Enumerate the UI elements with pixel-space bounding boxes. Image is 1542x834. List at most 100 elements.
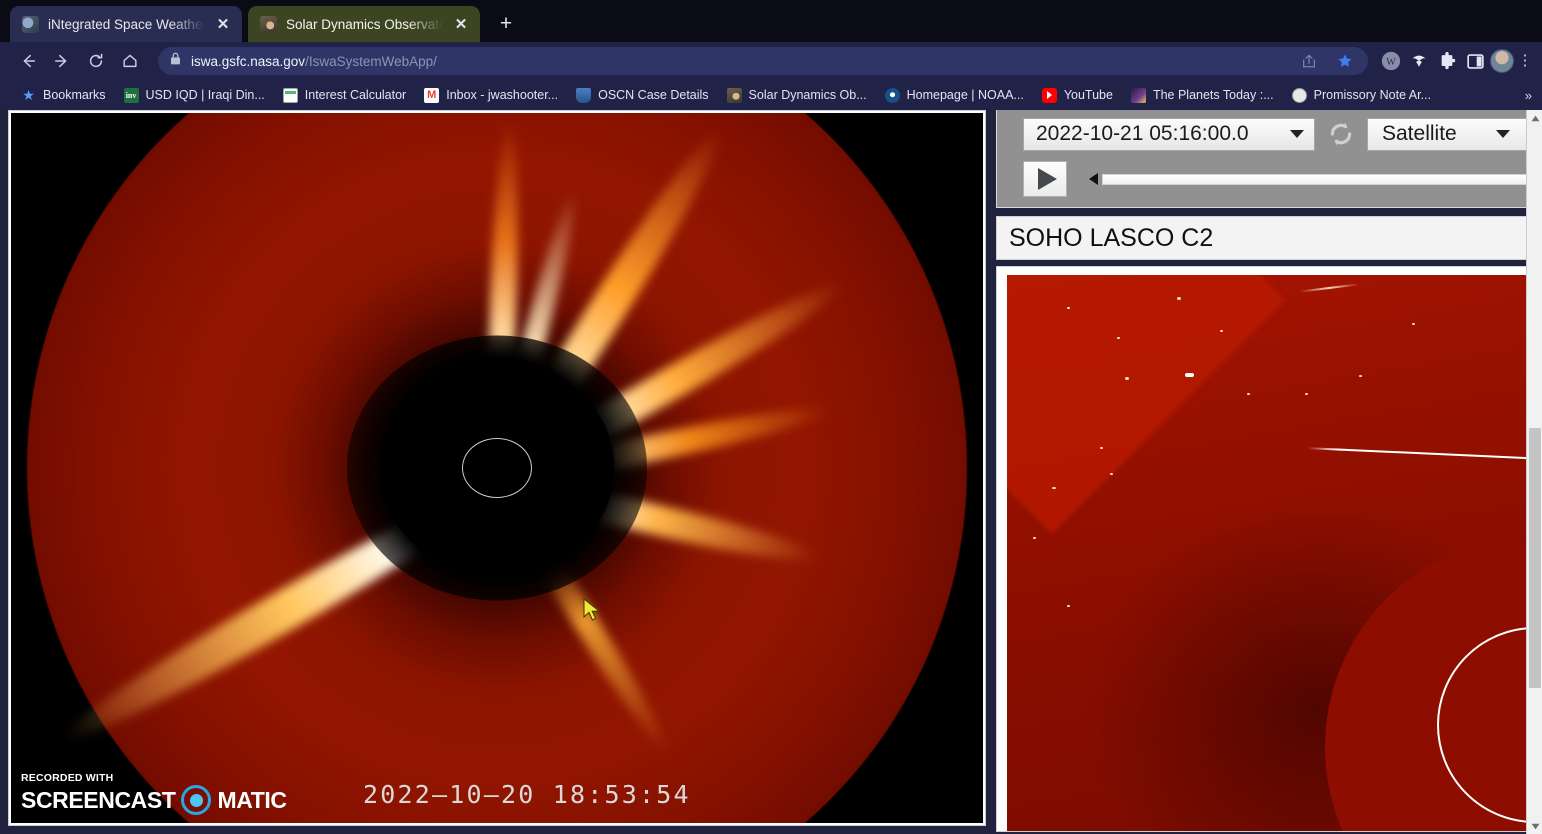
back-arrow-icon[interactable]: [12, 46, 44, 76]
star-point: [1117, 337, 1120, 339]
tab-title: Solar Dynamics Observatory (SD: [286, 16, 443, 32]
datetime-dropdown[interactable]: 2022-10-21 05:16:00.0: [1023, 117, 1315, 151]
bookmark-inbox[interactable]: M Inbox - jwashooter...: [415, 83, 567, 107]
bookmark-sdo[interactable]: Solar Dynamics Ob...: [718, 83, 876, 107]
image-timestamp: 2022–10–20 18:53:54: [363, 780, 691, 809]
bookmark-label: YouTube: [1063, 88, 1113, 102]
slider-track[interactable]: [1102, 173, 1541, 185]
bookmark-label: Solar Dynamics Ob...: [748, 88, 867, 102]
bookmark-label: The Planets Today :...: [1152, 88, 1274, 102]
satellite-dropdown[interactable]: Satellite: [1367, 117, 1527, 151]
page-viewport: RECORDED WITH SCREENCAST MATIC 2022–10–2…: [0, 110, 1542, 834]
tab-iswa[interactable]: iNtegrated Space Weather Analy ✕: [10, 6, 242, 42]
bookmark-label: Homepage | NOAA...: [906, 88, 1024, 102]
bookmark-youtube[interactable]: YouTube: [1033, 83, 1122, 107]
chevron-down-icon: [1290, 130, 1304, 138]
satellite-value: Satellite: [1382, 122, 1457, 145]
tab-sdo[interactable]: Solar Dynamics Observatory (SD ✕: [248, 6, 480, 42]
profile-avatar[interactable]: [1490, 49, 1514, 73]
datetime-value: 2022-10-21 05:16:00.0: [1036, 122, 1249, 145]
bookmarks-overflow-icon[interactable]: »: [1525, 80, 1532, 110]
reload-icon[interactable]: [80, 46, 112, 76]
playback-control-bar: 2022-10-21 05:16:00.0 Satellite: [996, 110, 1542, 208]
slider-left-marker-icon[interactable]: [1089, 173, 1098, 185]
star-point: [1052, 487, 1056, 489]
oscn-icon: [576, 87, 592, 103]
browser-window: iNtegrated Space Weather Analy ✕ Solar D…: [0, 0, 1542, 834]
noaa-icon: [884, 87, 900, 103]
svg-text:W: W: [1386, 57, 1396, 68]
star-filled-icon[interactable]: [1332, 48, 1358, 74]
bookmarks-bar: ★ Bookmarks inv USD IQD | Iraqi Din... I…: [0, 80, 1542, 110]
bookmark-oscn[interactable]: OSCN Case Details: [567, 83, 717, 107]
bookmark-label: Inbox - jwashooter...: [446, 88, 559, 102]
url-domain: iswa.gsfc.nasa.gov: [191, 53, 306, 69]
timeline-slider[interactable]: [1067, 173, 1541, 185]
star-point: [1067, 605, 1070, 607]
investing-icon: inv: [123, 87, 139, 103]
scrollbar-up-arrow-icon[interactable]: [1527, 110, 1542, 126]
control-row-bottom: [997, 159, 1541, 199]
coronagraph-panel: RECORDED WITH SCREENCAST MATIC 2022–10–2…: [8, 110, 986, 826]
honey-extension-icon[interactable]: [1406, 48, 1432, 74]
bookmark-label: OSCN Case Details: [598, 88, 709, 102]
promissory-icon: [1291, 87, 1307, 103]
forward-arrow-icon[interactable]: [46, 46, 78, 76]
play-button[interactable]: [1023, 161, 1067, 197]
bookmark-noaa[interactable]: Homepage | NOAA...: [876, 83, 1033, 107]
bookmark-planets-today[interactable]: The Planets Today :...: [1122, 83, 1283, 107]
tab-close-icon[interactable]: ✕: [452, 17, 470, 32]
coronagraph-image[interactable]: RECORDED WITH SCREENCAST MATIC 2022–10–2…: [11, 113, 983, 823]
star-point: [1220, 330, 1223, 332]
star-point: [1100, 447, 1103, 449]
sdo-favicon-icon: [260, 15, 277, 33]
star-point: [1125, 377, 1129, 380]
star-point: [1177, 297, 1181, 300]
play-icon: [1037, 168, 1057, 190]
extensions-puzzle-icon[interactable]: [1434, 48, 1460, 74]
three-dot-menu-icon[interactable]: ⋮: [1516, 54, 1534, 68]
wikipedia-extension-icon[interactable]: W: [1378, 48, 1404, 74]
planets-icon: [1130, 87, 1146, 103]
lasco-image-frame: [996, 266, 1542, 832]
panel-title: SOHO LASCO C2: [1009, 223, 1214, 252]
calculator-icon: [282, 87, 298, 103]
bookmark-interest-calculator[interactable]: Interest Calculator: [274, 83, 415, 107]
bookmark-bookmarks[interactable]: ★ Bookmarks: [12, 83, 115, 107]
watermark-brand-left: SCREENCAST: [21, 786, 176, 813]
side-panel-icon[interactable]: [1462, 48, 1488, 74]
right-column: 2022-10-21 05:16:00.0 Satellite SOHO LAS…: [996, 110, 1542, 834]
scrollbar-thumb[interactable]: [1529, 428, 1541, 688]
panel-header: SOHO LASCO C2: [996, 216, 1542, 260]
lock-icon: [170, 52, 182, 70]
star-point: [1412, 323, 1415, 325]
bookmark-label: USD IQD | Iraqi Din...: [145, 88, 265, 102]
chevron-down-icon: [1496, 130, 1510, 138]
star-point: [1185, 373, 1194, 377]
bookmark-promissory-note[interactable]: Promissory Note Ar...: [1283, 83, 1440, 107]
star-point: [1305, 393, 1308, 395]
star-icon: ★: [22, 86, 35, 103]
address-bar[interactable]: iswa.gsfc.nasa.gov/IswaSystemWebApp/: [158, 47, 1368, 75]
bookmark-label: Interest Calculator: [304, 88, 407, 102]
refresh-cycle-icon[interactable]: [1315, 119, 1367, 149]
scrollbar-down-arrow-icon[interactable]: [1527, 818, 1542, 834]
share-icon[interactable]: [1296, 48, 1322, 74]
bookmark-label: Promissory Note Ar...: [1313, 88, 1432, 102]
home-icon[interactable]: [114, 46, 146, 76]
star-point: [1247, 393, 1250, 395]
bookmark-usd-iqd[interactable]: inv USD IQD | Iraqi Din...: [115, 83, 274, 107]
tab-strip: iNtegrated Space Weather Analy ✕ Solar D…: [0, 0, 1542, 42]
new-tab-button[interactable]: +: [491, 9, 521, 39]
tab-close-icon[interactable]: ✕: [214, 17, 232, 32]
star-point: [1359, 375, 1362, 377]
gmail-icon: M: [424, 87, 440, 103]
tab-title: iNtegrated Space Weather Analy: [48, 16, 205, 32]
youtube-icon: [1041, 87, 1057, 103]
bookmark-label: Bookmarks: [43, 88, 106, 102]
lasco-c2-image[interactable]: [1007, 275, 1537, 831]
control-row-top: 2022-10-21 05:16:00.0 Satellite: [997, 116, 1541, 152]
page-scrollbar[interactable]: [1526, 110, 1542, 834]
star-point: [1110, 473, 1113, 475]
iswa-favicon-icon: [22, 15, 39, 33]
